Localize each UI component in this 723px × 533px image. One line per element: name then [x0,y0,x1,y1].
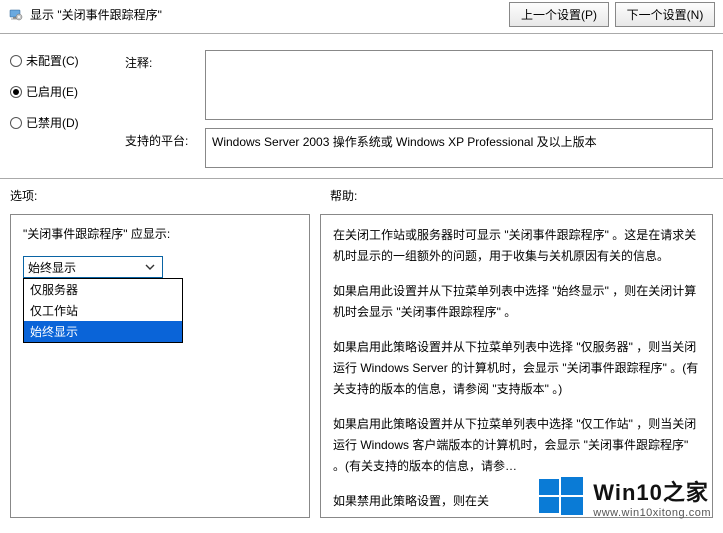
radio-label: 已启用(E) [26,83,78,100]
platform-row: 支持的平台: Windows Server 2003 操作系统或 Windows… [125,128,713,168]
help-text: 如果禁用此策略设置，则在关 [333,491,700,512]
combo-value: 始终显示 [28,259,76,276]
options-prompt: "关闭事件跟踪程序" 应显示: [23,225,297,242]
policy-icon [8,7,24,23]
comment-textarea[interactable] [205,50,713,120]
platform-value: Windows Server 2003 操作系统或 Windows XP Pro… [205,128,713,168]
radio-icon [10,117,22,129]
radio-icon [10,55,22,67]
title-area: 显示 "关闭事件跟踪程序" [8,6,162,23]
options-label: 选项: [10,187,330,204]
display-mode-combo-wrap: 始终显示 仅服务器 仅工作站 始终显示 [23,256,163,278]
radio-enabled[interactable]: 已启用(E) [10,83,125,100]
platform-label: 支持的平台: [125,128,195,168]
config-area: 未配置(C) 已启用(E) 已禁用(D) 注释: 支持的平台: Windows … [0,34,723,179]
dropdown-item-servers[interactable]: 仅服务器 [24,279,182,300]
radio-label: 未配置(C) [26,52,79,69]
radio-not-configured[interactable]: 未配置(C) [10,52,125,69]
next-setting-button[interactable]: 下一个设置(N) [615,2,715,27]
nav-buttons: 上一个设置(P) 下一个设置(N) [509,2,715,27]
policy-title: 显示 "关闭事件跟踪程序" [30,6,162,23]
help-panel: 在关闭工作站或服务器时可显示 "关闭事件跟踪程序" 。这是在请求关机时显示的一组… [320,214,713,518]
help-text: 如果启用此策略设置并从下拉菜单列表中选择 "仅工作站" ，则当关闭运行 Wind… [333,414,700,477]
help-text: 在关闭工作站或服务器时可显示 "关闭事件跟踪程序" 。这是在请求关机时显示的一组… [333,225,700,267]
state-radio-group: 未配置(C) 已启用(E) 已禁用(D) [10,42,125,178]
help-text: 如果启用此策略设置并从下拉菜单列表中选择 "仅服务器" ，则当关闭运行 Wind… [333,337,700,400]
dropdown-item-always[interactable]: 始终显示 [24,321,182,342]
display-mode-dropdown: 仅服务器 仅工作站 始终显示 [23,278,183,343]
help-label: 帮助: [330,187,357,204]
comment-label: 注释: [125,50,195,120]
header: 显示 "关闭事件跟踪程序" 上一个设置(P) 下一个设置(N) [0,0,723,34]
help-text: 如果启用此设置并从下拉菜单列表中选择 "始终显示" ，则在关闭计算机时会显示 "… [333,281,700,323]
display-mode-combo[interactable]: 始终显示 [23,256,163,278]
lower-panels: "关闭事件跟踪程序" 应显示: 始终显示 仅服务器 仅工作站 始终显示 在关闭工… [0,208,723,528]
comment-row: 注释: [125,50,713,120]
chevron-down-icon [142,262,158,272]
radio-disabled[interactable]: 已禁用(D) [10,114,125,131]
radio-icon [10,86,22,98]
dropdown-item-workstations[interactable]: 仅工作站 [24,300,182,321]
prev-setting-button[interactable]: 上一个设置(P) [509,2,609,27]
radio-label: 已禁用(D) [26,114,79,131]
config-fields: 注释: 支持的平台: Windows Server 2003 操作系统或 Win… [125,42,713,178]
options-panel: "关闭事件跟踪程序" 应显示: 始终显示 仅服务器 仅工作站 始终显示 [10,214,310,518]
section-labels: 选项: 帮助: [0,179,723,208]
